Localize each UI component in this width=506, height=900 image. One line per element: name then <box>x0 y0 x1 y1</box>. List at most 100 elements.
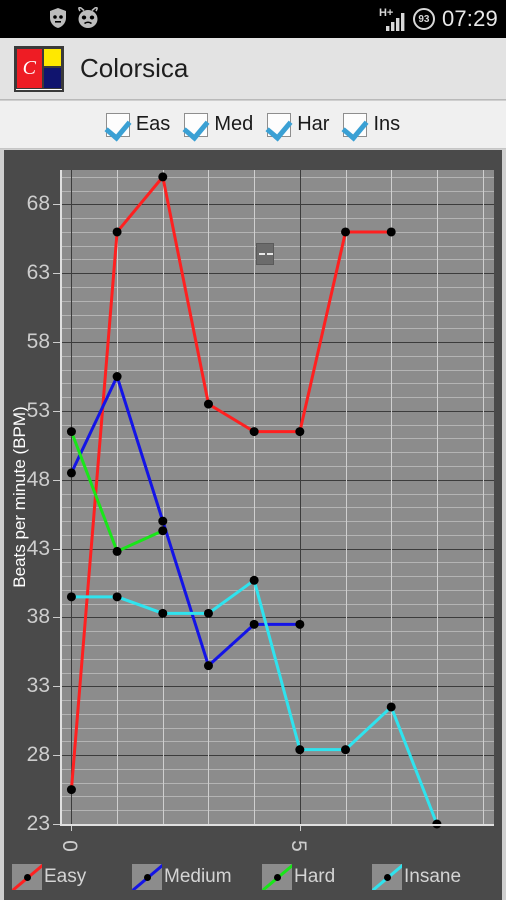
data-point-insane[interactable] <box>386 702 396 712</box>
data-point-insane[interactable] <box>249 575 259 585</box>
series-line-hard <box>70 431 164 554</box>
y-axis-tick-label: 43 <box>26 536 50 560</box>
action-bar: C Colorsica <box>0 38 506 100</box>
legend-item-insane[interactable]: Insane <box>372 864 461 890</box>
data-point-easy[interactable] <box>112 227 122 237</box>
y-axis-tick-label: 48 <box>26 467 50 491</box>
status-bar-left-icons <box>48 7 100 29</box>
filter-label: Eas <box>135 113 171 135</box>
series-line-insane <box>71 577 439 825</box>
data-point-insane[interactable] <box>203 608 213 618</box>
data-point-insane[interactable] <box>295 745 305 755</box>
legend-swatch-icon <box>12 864 42 890</box>
y-axis-label: Beats per minute (BPM) <box>10 406 29 588</box>
pan-handle[interactable] <box>256 242 275 265</box>
status-bar: H+ 93 07:29 <box>0 0 506 38</box>
y-axis-tick-label: 38 <box>26 605 50 629</box>
y-axis-tick-mark <box>53 342 60 344</box>
chart-legend: Easy Medium Hard Insane <box>4 854 502 900</box>
data-point-hard[interactable] <box>158 526 168 536</box>
data-point-easy[interactable] <box>249 427 259 437</box>
legend-swatch-icon <box>372 864 402 890</box>
y-axis-tick-mark <box>53 824 60 825</box>
status-bar-right-icons: H+ 93 07:29 <box>379 4 498 34</box>
checkmark-icon[interactable] <box>267 112 292 137</box>
y-axis-tick-mark <box>53 273 60 275</box>
y-axis-tick-label: 53 <box>26 398 50 422</box>
checkmark-icon[interactable] <box>184 112 209 137</box>
privacy-guard-icon <box>50 8 66 28</box>
clock-label: 07:29 <box>441 6 498 31</box>
legend-label: Easy <box>44 866 87 887</box>
app-logo-blue-block <box>42 66 62 90</box>
data-point-insane[interactable] <box>158 608 168 618</box>
data-point-medium[interactable] <box>249 619 259 629</box>
legend-item-hard[interactable]: Hard <box>262 864 335 890</box>
y-axis-tick-mark <box>53 204 60 206</box>
data-point-medium[interactable] <box>158 516 168 526</box>
y-axis-tick-label: 68 <box>26 192 50 216</box>
y-axis-line <box>60 170 62 824</box>
x-axis-tick-label: 5 <box>286 840 310 852</box>
data-point-easy[interactable] <box>341 227 351 237</box>
filter-checkbox-eas[interactable]: Eas <box>105 112 171 137</box>
legend-item-medium[interactable]: Medium <box>132 864 232 890</box>
legend-label: Insane <box>404 866 462 887</box>
filter-checkbox-med[interactable]: Med <box>184 112 254 137</box>
data-point-medium[interactable] <box>66 468 76 478</box>
y-axis-tick-mark <box>53 410 60 412</box>
data-point-insane[interactable] <box>112 592 122 602</box>
y-axis-tick-label: 63 <box>26 261 50 285</box>
battery-icon: 93 <box>412 8 435 30</box>
data-point-easy[interactable] <box>66 785 76 795</box>
data-point-easy[interactable] <box>386 227 396 237</box>
difficulty-filter-bar: Eas Med Har Ins <box>0 101 506 149</box>
cyanogenmod-icon <box>78 7 98 28</box>
x-axis-line <box>60 824 494 826</box>
legend-swatch-icon <box>132 864 162 890</box>
data-point-medium[interactable] <box>295 619 305 629</box>
data-point-easy[interactable] <box>158 172 168 182</box>
checkmark-icon[interactable] <box>343 112 368 137</box>
app-logo-icon[interactable]: C <box>14 45 64 92</box>
y-axis-tick-mark <box>53 479 60 481</box>
data-point-easy[interactable] <box>203 399 213 409</box>
y-axis-tick-mark <box>53 617 60 619</box>
chart-container[interactable]: Beats per minute (BPM) 68 63 58 53 48 43 38 33 2… <box>4 150 502 854</box>
chart-plot-area[interactable] <box>60 170 494 829</box>
y-axis-tick-label: 58 <box>26 330 50 354</box>
x-axis-tick-label: 0 <box>58 840 82 852</box>
y-axis-tick-label: 28 <box>26 743 50 767</box>
app-logo-letter: C <box>22 56 36 79</box>
legend-swatch-icon <box>262 864 292 890</box>
signal-bars-icon: H+ <box>379 7 406 31</box>
series-line-easy <box>69 173 392 790</box>
filter-label: Med <box>214 113 254 135</box>
y-axis-tick-label: 23 <box>26 812 50 835</box>
app-logo-red-block: C <box>16 47 43 90</box>
data-point-insane[interactable] <box>66 592 76 602</box>
data-point-medium[interactable] <box>203 661 213 671</box>
data-point-hard[interactable] <box>112 546 122 556</box>
filter-label: Ins <box>373 113 401 135</box>
legend-item-easy[interactable]: Easy <box>12 864 86 890</box>
y-axis-tick-mark <box>53 686 60 688</box>
page-title: Colorsica <box>80 53 189 83</box>
filter-label: Har <box>297 113 330 135</box>
filter-checkbox-ins[interactable]: Ins <box>343 112 401 137</box>
battery-level-label: 93 <box>418 13 430 25</box>
data-point-hard[interactable] <box>66 427 76 437</box>
y-axis-tick-mark <box>53 548 60 550</box>
app-logo-yellow-block <box>42 47 62 67</box>
checkmark-icon[interactable] <box>105 112 130 137</box>
data-point-medium[interactable] <box>112 372 122 382</box>
app-screen: H+ 93 07:29 C Colorsica Eas Med Har Ins … <box>0 0 506 900</box>
legend-label: Hard <box>294 866 336 887</box>
data-point-insane[interactable] <box>341 745 351 755</box>
y-axis-tick-mark <box>53 755 60 757</box>
legend-label: Medium <box>164 866 232 887</box>
chart-series-layer <box>66 172 442 829</box>
data-point-easy[interactable] <box>295 427 305 437</box>
y-axis-tick-label: 33 <box>26 674 50 698</box>
filter-checkbox-har[interactable]: Har <box>267 112 330 137</box>
